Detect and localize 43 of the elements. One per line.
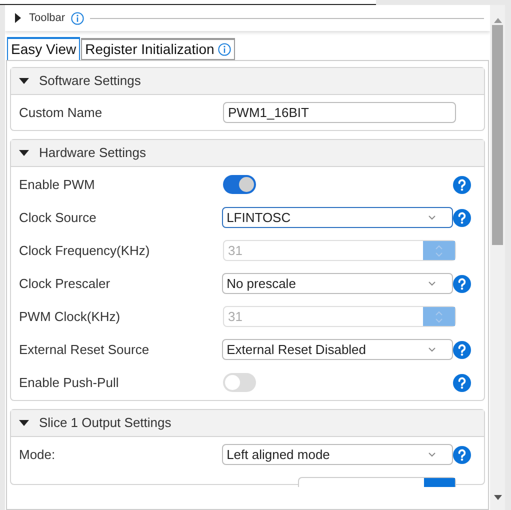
tab[interactable]: Register Initialization xyxy=(81,38,236,60)
field-label: Mode: xyxy=(19,446,56,464)
dropdown[interactable]: No prescale xyxy=(222,273,453,294)
scroll-down-icon[interactable] xyxy=(494,495,502,500)
toggle-switch[interactable] xyxy=(223,175,256,194)
up-down-arrows-icon xyxy=(435,310,443,324)
toolbar-label[interactable]: Toolbar xyxy=(29,10,66,26)
field-label: Clock Source xyxy=(19,208,98,227)
field-label: Clock Frequency(KHz) xyxy=(19,242,151,260)
up-down-arrows-icon xyxy=(435,244,443,258)
toggle-switch[interactable] xyxy=(223,373,256,392)
help-icon[interactable] xyxy=(453,374,471,392)
chevron-down-icon xyxy=(428,281,436,286)
caret-icon[interactable] xyxy=(19,418,29,428)
caret-icon[interactable] xyxy=(13,13,23,23)
scrollbar[interactable] xyxy=(490,5,505,510)
info-icon[interactable] xyxy=(218,43,232,56)
caret-icon[interactable] xyxy=(19,148,29,158)
field-label: Clock Prescaler xyxy=(19,274,112,293)
text-field[interactable]: PWM1_16BIT xyxy=(223,102,456,123)
caret-icon[interactable] xyxy=(19,76,29,86)
help-icon[interactable] xyxy=(453,446,471,464)
field-label: External Reset Source xyxy=(19,340,150,359)
section-title[interactable]: Software Settings xyxy=(39,71,141,91)
help-icon[interactable] xyxy=(453,274,471,292)
info-icon[interactable] xyxy=(71,12,84,24)
scroll-up-icon[interactable] xyxy=(494,18,502,23)
help-icon[interactable] xyxy=(453,208,471,226)
section-title[interactable]: Hardware Settings xyxy=(39,143,146,163)
dropdown[interactable]: Left aligned mode xyxy=(222,444,453,465)
field-label: PWM Clock(KHz) xyxy=(19,308,122,326)
chevron-down-icon xyxy=(428,452,436,457)
help-icon[interactable] xyxy=(453,176,471,194)
tab[interactable]: Easy View xyxy=(7,37,80,60)
field-label: Enable Push-Pull xyxy=(19,374,120,392)
help-icon[interactable] xyxy=(453,340,471,358)
number-field[interactable] xyxy=(298,477,456,487)
field-label: Custom Name xyxy=(19,104,104,122)
dropdown[interactable]: External Reset Disabled xyxy=(222,339,453,360)
chevron-down-icon xyxy=(428,347,436,352)
chevron-down-icon xyxy=(428,215,436,220)
dropdown[interactable]: LFINTOSC xyxy=(222,207,453,228)
field-label: Enable PWM xyxy=(19,176,96,194)
